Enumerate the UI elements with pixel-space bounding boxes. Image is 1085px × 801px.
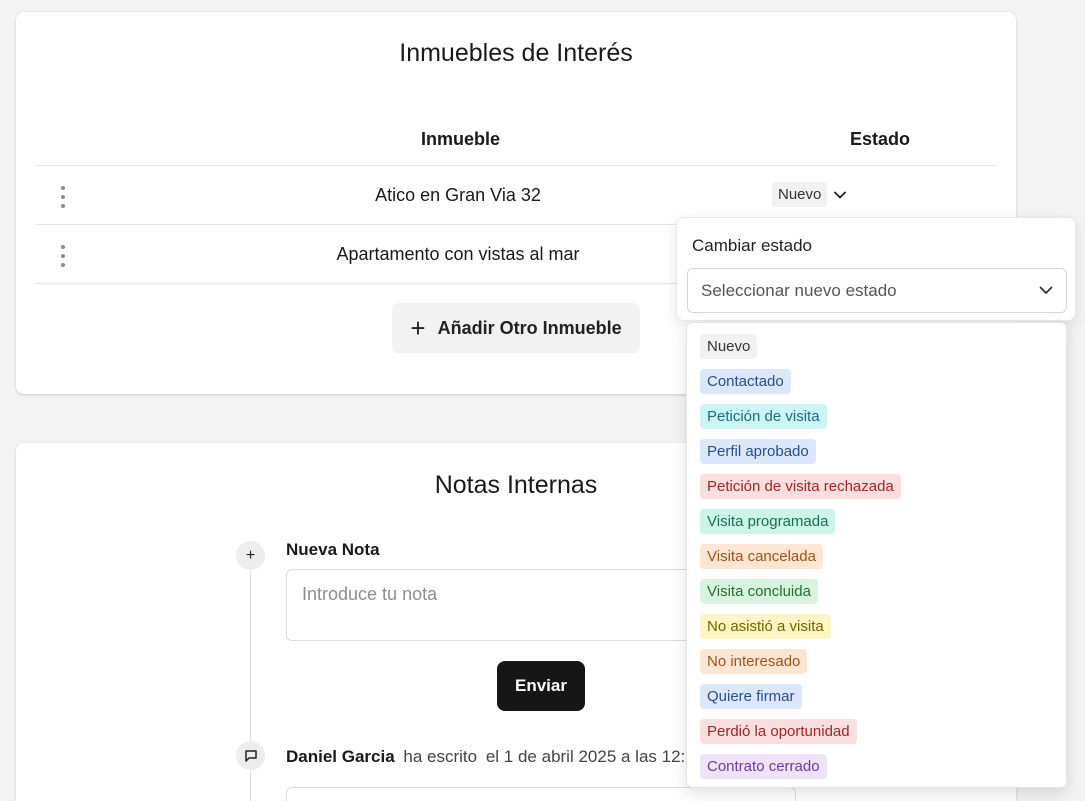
plus-icon: + [410,313,426,343]
status-option[interactable]: No interesado [700,649,808,674]
chevron-down-icon [1039,286,1053,294]
properties-title: Inmuebles de Interés [399,39,633,67]
note-action: ha escrito [403,747,478,766]
column-header-inmueble: Inmueble [421,129,501,149]
status-select-placeholder: Seleccionar nuevo estado [701,280,897,300]
status-dropdown: Nuevo Contactado Petición de visita Perf… [686,322,1067,788]
send-button[interactable]: Enviar [497,661,585,711]
status-option[interactable]: Perdió la oportunidad [700,719,857,744]
status-option[interactable]: Visita programada [700,509,836,534]
status-option[interactable]: Visita concluida [700,579,818,604]
note-date: el 1 de abril 2025 a las 12:3 [485,747,695,766]
popover-title: Cambiar estado [692,236,813,255]
add-property-button[interactable]: + Añadir Otro Inmueble [392,303,640,353]
property-name: Atico en Gran Via 32 [375,185,541,205]
status-option[interactable]: Visita cancelada [700,544,823,569]
status-option[interactable]: Contactado [700,369,791,394]
chevron-down-icon[interactable] [833,182,847,207]
status-option[interactable]: Perfil aprobado [700,439,816,464]
note-content [286,787,796,801]
column-header-estado: Estado [850,129,911,149]
status-option[interactable]: Nuevo [700,334,758,359]
status-option[interactable]: Petición de visita rechazada [700,474,901,499]
status-badge[interactable]: Nuevo [772,182,828,207]
status-option[interactable]: No asistió a visita [700,614,831,639]
status-option[interactable]: Petición de visita [700,404,827,429]
status-option[interactable]: Contrato cerrado [700,754,827,779]
new-note-label: Nueva Nota [286,540,380,559]
table-row: Atico en Gran Via 32 Nuevo [36,166,996,224]
note-author: Daniel Garcia [286,747,395,766]
comment-icon [236,741,265,770]
plus-icon: + [236,541,265,570]
status-option[interactable]: Quiere firmar [700,684,802,709]
status-select[interactable]: Seleccionar nuevo estado [687,268,1067,313]
add-property-label: Añadir Otro Inmueble [437,317,622,338]
change-status-popover: Cambiar estado Seleccionar nuevo estado [676,217,1076,321]
note-header: Daniel Garcia ha escrito el 1 de abril 2… [286,747,695,767]
